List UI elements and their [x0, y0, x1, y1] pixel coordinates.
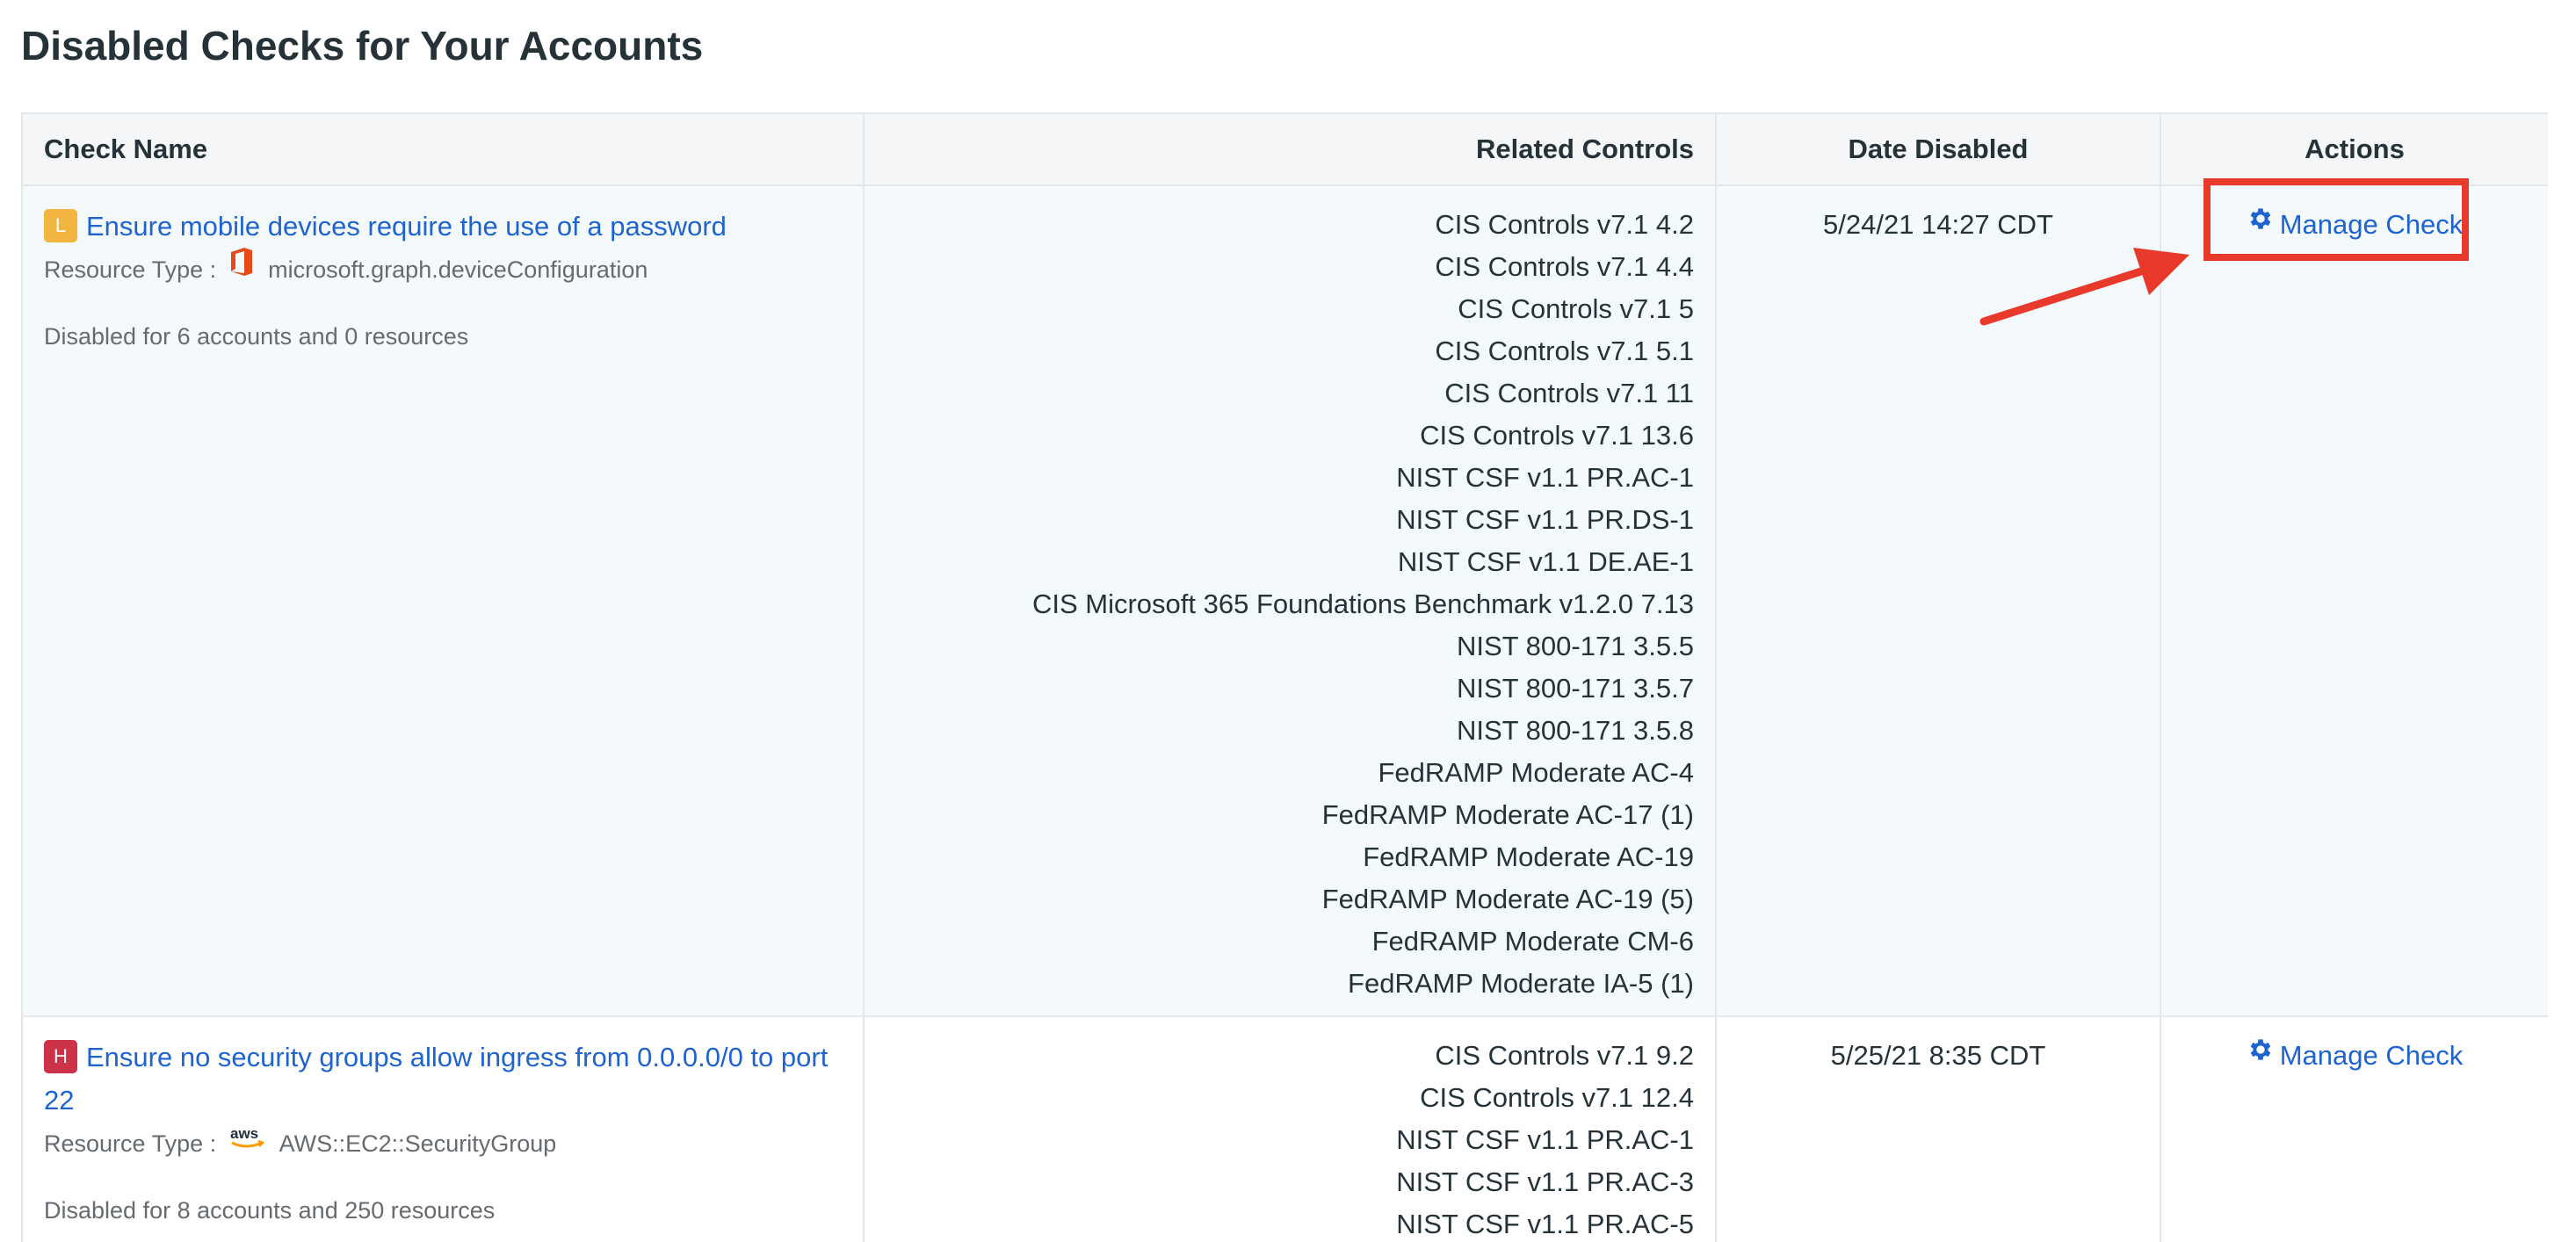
- control-item: NIST CSF v1.1 PR.AC-1: [1396, 1124, 1694, 1155]
- manage-check-button[interactable]: Manage Check: [2247, 1039, 2464, 1071]
- aws-icon: aws: [228, 1122, 267, 1164]
- manage-check-button[interactable]: Manage Check: [2247, 208, 2464, 240]
- gear-icon: [2247, 1034, 2275, 1076]
- control-item: NIST 800-171 3.5.5: [1457, 631, 1694, 661]
- table-header-row: Check Name Related Controls Date Disable…: [21, 112, 2548, 186]
- actions-cell: Manage Check: [2160, 1015, 2548, 1242]
- disabled-checks-table: Check Name Related Controls Date Disable…: [21, 112, 2548, 1242]
- page-title: Disabled Checks for Your Accounts: [21, 23, 704, 69]
- control-item: CIS Microsoft 365 Foundations Benchmark …: [1031, 589, 1694, 619]
- related-controls-cell: CIS Controls v7.1 4.2 CIS Controls v7.1 …: [863, 184, 1717, 1017]
- table-row: H Ensure no security groups allow ingress…: [21, 1015, 2548, 1242]
- control-item: NIST CSF v1.1 PR.DS-1: [1396, 504, 1694, 535]
- manage-check-label: Manage Check: [2279, 209, 2464, 240]
- check-name-link[interactable]: Ensure no security groups allow ingress …: [44, 1042, 828, 1116]
- control-item: CIS Controls v7.1 13.6: [1420, 420, 1694, 451]
- control-item: FedRAMP Moderate AC-4: [1378, 757, 1694, 788]
- aws-logo-text: aws: [230, 1125, 258, 1142]
- control-item: NIST CSF v1.1 PR.AC-5: [1396, 1209, 1694, 1239]
- disabled-summary: Disabled for 8 accounts and 250 resource…: [44, 1196, 496, 1224]
- page: Disabled Checks for Your Accounts Check …: [0, 0, 2576, 1242]
- severity-badge: H: [44, 1040, 77, 1074]
- actions-cell: Manage Check: [2160, 184, 2548, 1017]
- header-date-disabled: Date Disabled: [1715, 112, 2161, 186]
- resource-type-line: Resource Type : aws AWS::EC2::SecurityGr…: [44, 1123, 842, 1166]
- control-item: CIS Controls v7.1 5: [1458, 293, 1694, 324]
- control-item: NIST 800-171 3.5.7: [1457, 673, 1694, 704]
- header-check-name: Check Name: [21, 112, 865, 186]
- header-related-controls: Related Controls: [863, 112, 1717, 186]
- manage-check-label: Manage Check: [2279, 1040, 2464, 1071]
- control-item: NIST CSF v1.1 DE.AE-1: [1397, 546, 1694, 577]
- control-item: FedRAMP Moderate AC-19: [1363, 841, 1694, 872]
- control-item: FedRAMP Moderate CM-6: [1371, 926, 1694, 957]
- control-item: CIS Controls v7.1 4.2: [1435, 209, 1694, 240]
- check-name-cell: L Ensure mobile devices require the use o…: [21, 184, 865, 1017]
- check-name-link[interactable]: Ensure mobile devices require the use of…: [86, 211, 727, 242]
- resource-type-line: Resource Type : microsoft.graph.deviceCo…: [44, 247, 842, 292]
- control-item: NIST CSF v1.1 PR.AC-1: [1396, 462, 1694, 493]
- control-item: NIST CSF v1.1 PR.AC-3: [1396, 1166, 1694, 1197]
- control-item: NIST 800-171 3.5.8: [1457, 715, 1694, 746]
- disabled-summary: Disabled for 6 accounts and 0 resources: [44, 323, 469, 350]
- disabled-checks-table-container: Check Name Related Controls Date Disable…: [21, 112, 2548, 1242]
- date-disabled-cell: 5/25/21 8:35 CDT: [1715, 1015, 2161, 1242]
- control-item: CIS Controls v7.1 9.2: [1435, 1040, 1694, 1071]
- resource-type-label: Resource Type :: [44, 256, 217, 283]
- control-item: CIS Controls v7.1 11: [1444, 378, 1694, 408]
- control-item: CIS Controls v7.1 12.4: [1420, 1082, 1694, 1113]
- table-row: L Ensure mobile devices require the use o…: [21, 184, 2548, 1017]
- control-item: FedRAMP Moderate AC-19 (5): [1321, 884, 1694, 914]
- resource-type-label: Resource Type :: [44, 1130, 217, 1157]
- control-item: FedRAMP Moderate IA-5 (1): [1348, 968, 1694, 999]
- gear-icon: [2247, 203, 2275, 245]
- check-name-cell: H Ensure no security groups allow ingress…: [21, 1015, 865, 1242]
- date-disabled-cell: 5/24/21 14:27 CDT: [1715, 184, 2161, 1017]
- control-item: CIS Controls v7.1 4.4: [1435, 251, 1694, 282]
- office-icon: [228, 247, 255, 290]
- related-controls-cell: CIS Controls v7.1 9.2 CIS Controls v7.1 …: [863, 1015, 1717, 1242]
- resource-type-value: microsoft.graph.deviceConfiguration: [268, 256, 648, 283]
- severity-badge: L: [44, 209, 77, 243]
- header-actions: Actions: [2160, 112, 2548, 186]
- resource-type-value: AWS::EC2::SecurityGroup: [279, 1130, 557, 1157]
- control-item: CIS Controls v7.1 5.1: [1435, 336, 1694, 366]
- control-item: FedRAMP Moderate AC-17 (1): [1321, 799, 1694, 830]
